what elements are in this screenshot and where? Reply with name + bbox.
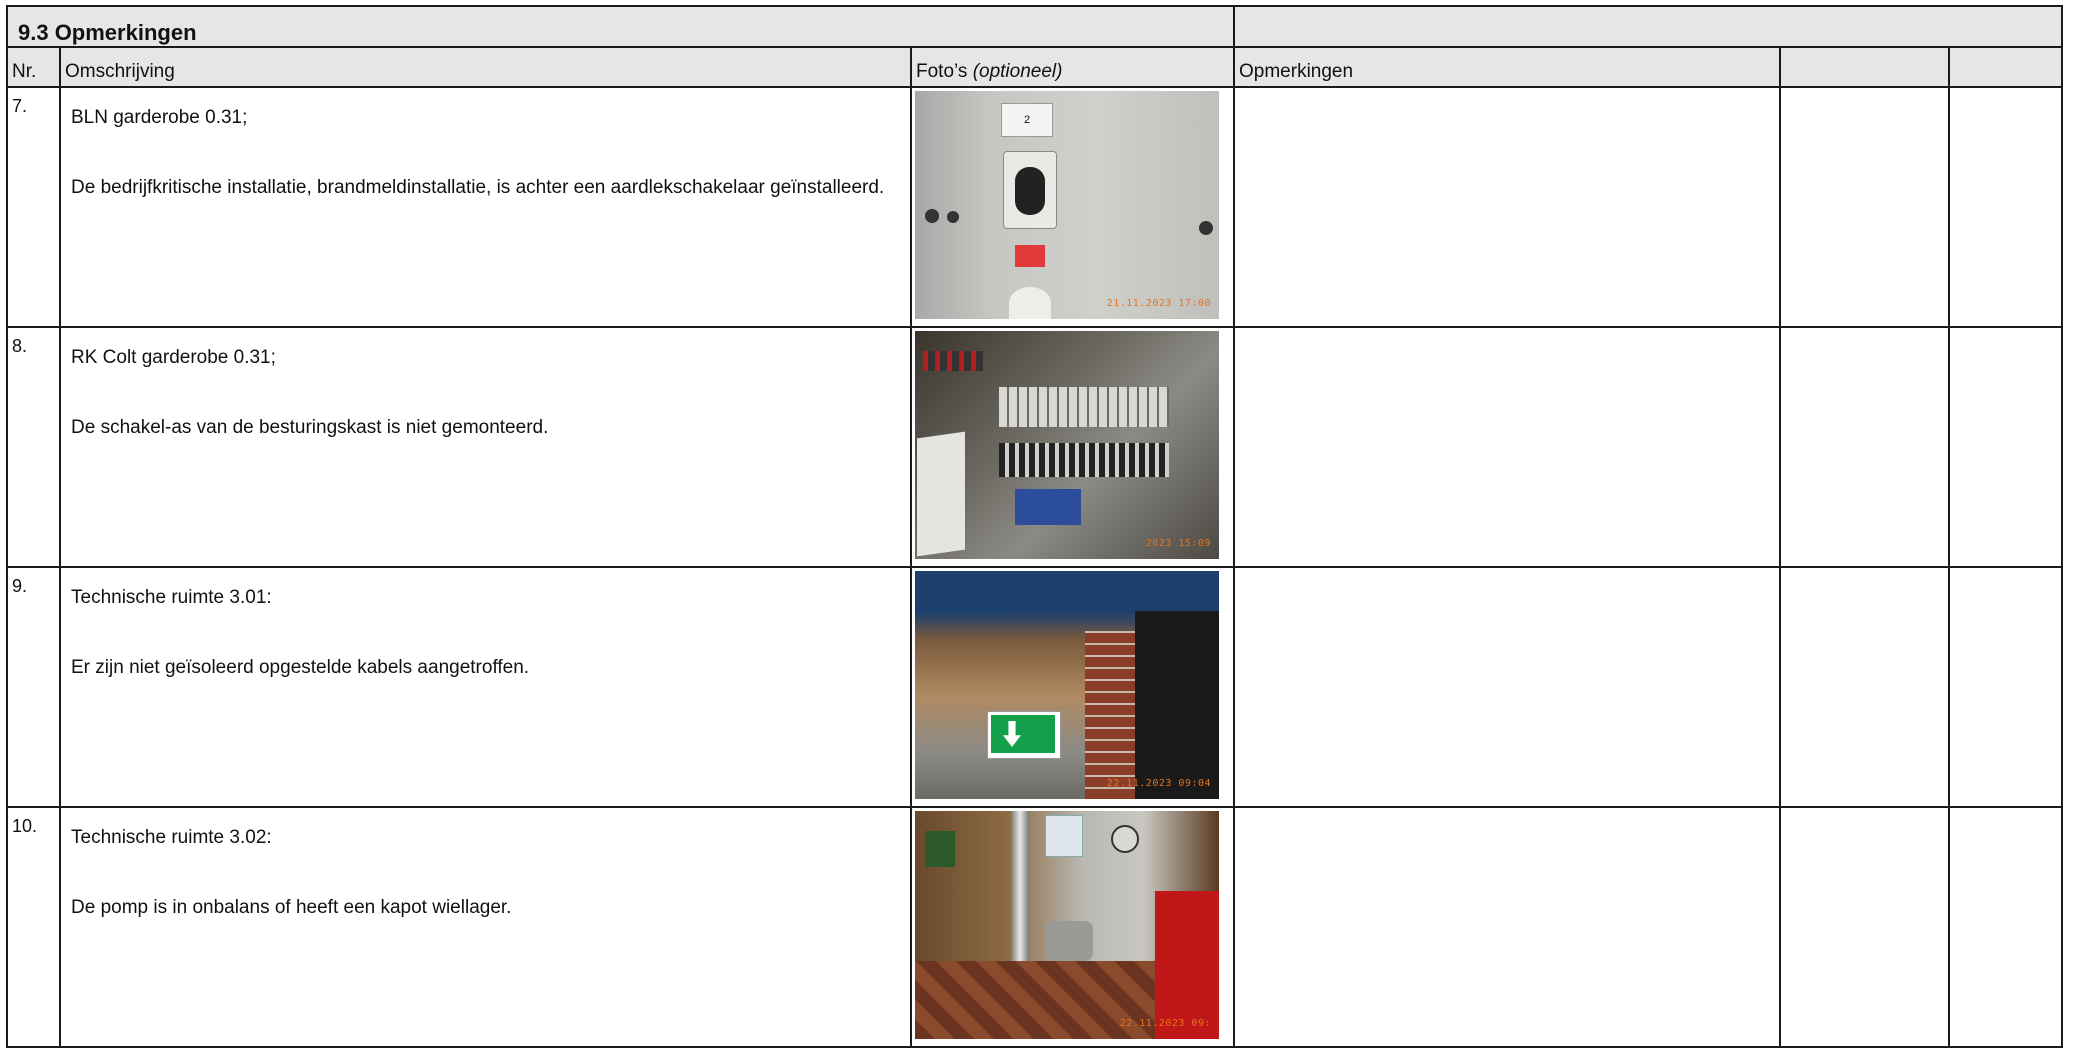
row-finding: De bedrijfkritische installatie, brandme…	[71, 177, 885, 198]
row-remarks-cell	[1233, 86, 1781, 328]
table-row: 8. RK Colt garderobe 0.31; De schakel-as…	[6, 326, 2063, 568]
row-finding: De pomp is in onbalans of heeft een kapo…	[71, 897, 512, 918]
row-extra-cell-1	[1779, 806, 1950, 1048]
section-title-cell: 9.3 Opmerkingen	[6, 5, 1235, 48]
header-extra-cell-2	[1948, 46, 2063, 88]
row-nr-cell: 10.	[6, 806, 61, 1048]
row-extra-cell-1	[1779, 566, 1950, 808]
row-nr-cell: 8.	[6, 326, 61, 568]
header-extra-cell-1	[1779, 46, 1950, 88]
row-nr: 9.	[12, 576, 28, 596]
header-photos: Foto’s (optioneel)	[912, 48, 1233, 83]
section-empty-cell	[1233, 5, 2063, 48]
header-photos-optional: (optioneel)	[972, 61, 1063, 82]
row-remarks-cell	[1233, 566, 1781, 808]
photo-timestamp: 21.11.2023 17:00	[1106, 298, 1211, 309]
row-description-cell: RK Colt garderobe 0.31; De schakel-as va…	[59, 326, 912, 568]
row-extra-cell-1	[1779, 86, 1950, 328]
row-finding: De schakel-as van de besturingskast is n…	[71, 417, 549, 438]
row-description: Technische ruimte 3.02: De pomp is in on…	[61, 808, 910, 924]
header-description: Omschrijving	[65, 61, 175, 82]
row-photo-cell: 22.11.2023 09:	[910, 806, 1235, 1048]
section-title: 9.3 Opmerkingen	[18, 20, 197, 45]
row-nr-cell: 9.	[6, 566, 61, 808]
row-nr: 10.	[12, 816, 38, 836]
row-description: RK Colt garderobe 0.31; De schakel-as va…	[61, 328, 910, 444]
photo-switch-panel: 2 21.11.2023 17:00	[915, 91, 1219, 319]
row-description-cell: Technische ruimte 3.02: De pomp is in on…	[59, 806, 912, 1048]
section-header-row: 9.3 Opmerkingen	[6, 5, 2063, 48]
column-header-row: Nr. Omschrijving Foto’s (optioneel) Opme…	[6, 46, 2063, 88]
header-nr: Nr.	[12, 61, 37, 82]
header-photos-cell: Foto’s (optioneel)	[910, 46, 1235, 88]
header-nr-cell: Nr.	[6, 46, 61, 88]
photo-timestamp: 22.11.2023 09:04	[1106, 778, 1211, 789]
row-nr-cell: 7.	[6, 86, 61, 328]
photo-pump: 22.11.2023 09:	[915, 811, 1219, 1039]
row-extra-cell-2	[1948, 566, 2063, 808]
table-row: 9. Technische ruimte 3.01: Er zijn niet …	[6, 566, 2063, 808]
table-row: 10. Technische ruimte 3.02: De pomp is i…	[6, 806, 2063, 1048]
row-extra-cell-2	[1948, 326, 2063, 568]
row-description: BLN garderobe 0.31; De bedrijfkritische …	[61, 88, 910, 204]
row-description-cell: Technische ruimte 3.01: Er zijn niet geï…	[59, 566, 912, 808]
row-extra-cell-1	[1779, 326, 1950, 568]
photo-control-cabinet: 2023 15:09	[915, 331, 1219, 559]
row-remarks-cell	[1233, 806, 1781, 1048]
row-extra-cell-2	[1948, 806, 2063, 1048]
header-photos-label: Foto’s	[916, 61, 973, 82]
remarks-table: 9.3 Opmerkingen Nr. Omschrijving Foto’s …	[6, 5, 2063, 1048]
row-description: Technische ruimte 3.01: Er zijn niet geï…	[61, 568, 910, 684]
table-row: 7. BLN garderobe 0.31; De bedrijfkritisc…	[6, 86, 2063, 328]
header-remarks-cell: Opmerkingen	[1233, 46, 1781, 88]
photo-technical-room: 22.11.2023 09:04	[915, 571, 1219, 799]
row-photo-cell: 2023 15:09	[910, 326, 1235, 568]
row-location: Technische ruimte 3.02:	[71, 827, 272, 848]
row-nr: 8.	[12, 336, 28, 356]
row-photo-cell: 22.11.2023 09:04	[910, 566, 1235, 808]
row-finding: Er zijn niet geïsoleerd opgestelde kabel…	[71, 657, 530, 678]
header-description-cell: Omschrijving	[59, 46, 912, 88]
photo-timestamp: 22.11.2023 09:	[1119, 1018, 1211, 1029]
row-nr: 7.	[12, 96, 28, 116]
row-location: BLN garderobe 0.31;	[71, 107, 248, 128]
header-remarks: Opmerkingen	[1239, 61, 1354, 82]
row-description-cell: BLN garderobe 0.31; De bedrijfkritische …	[59, 86, 912, 328]
photo-panel-label: 2	[1001, 103, 1053, 137]
row-extra-cell-2	[1948, 86, 2063, 328]
row-location: Technische ruimte 3.01:	[71, 587, 272, 608]
row-remarks-cell	[1233, 326, 1781, 568]
row-photo-cell: 2 21.11.2023 17:00	[910, 86, 1235, 328]
photo-timestamp: 2023 15:09	[1145, 538, 1211, 549]
row-location: RK Colt garderobe 0.31;	[71, 347, 276, 368]
